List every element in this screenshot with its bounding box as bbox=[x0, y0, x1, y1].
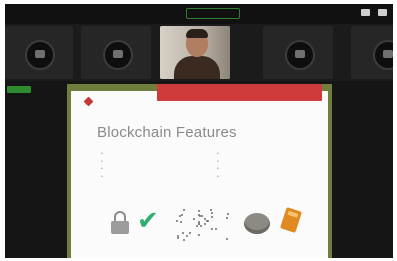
network-dot bbox=[189, 232, 191, 234]
view-toggle-button[interactable] bbox=[186, 8, 240, 19]
participant-tile[interactable] bbox=[81, 26, 151, 79]
participant-tile[interactable] bbox=[263, 26, 333, 79]
network-dot bbox=[211, 212, 213, 214]
feature-list-right bbox=[217, 151, 219, 181]
network-dot bbox=[193, 218, 195, 220]
avatar bbox=[25, 40, 55, 70]
lock-icon bbox=[111, 211, 129, 234]
network-dot bbox=[177, 237, 179, 239]
network-dot bbox=[183, 209, 185, 211]
network-dot bbox=[211, 228, 213, 230]
network-dot bbox=[227, 213, 229, 215]
coin-icon bbox=[244, 213, 270, 234]
participant-hair bbox=[186, 29, 208, 38]
participant-tile[interactable] bbox=[351, 26, 393, 79]
top-bar bbox=[5, 4, 393, 24]
brand-logo-icon bbox=[83, 96, 94, 107]
network-dot bbox=[182, 232, 184, 234]
network-dot bbox=[198, 234, 200, 236]
calculator-icon bbox=[279, 207, 303, 233]
network-dot bbox=[226, 238, 228, 240]
network-dot bbox=[199, 215, 201, 217]
network-dot bbox=[183, 239, 185, 241]
list-item bbox=[217, 166, 219, 174]
participant-body bbox=[174, 56, 220, 79]
network-dot bbox=[211, 216, 213, 218]
network-dot bbox=[198, 221, 200, 223]
window-controls bbox=[361, 9, 387, 16]
meeting-window: Blockchain Features ✔ bbox=[5, 4, 393, 258]
feature-list-left bbox=[101, 151, 103, 181]
network-dot bbox=[186, 235, 188, 237]
avatar bbox=[373, 40, 393, 70]
list-item bbox=[101, 166, 103, 174]
network-dot bbox=[176, 220, 178, 222]
network-dot bbox=[204, 223, 206, 225]
avatar bbox=[103, 40, 133, 70]
participant-gallery bbox=[5, 24, 393, 81]
network-dot bbox=[180, 221, 182, 223]
network-dot bbox=[226, 217, 228, 219]
speaker-view-icon[interactable] bbox=[361, 9, 370, 16]
network-dot bbox=[215, 228, 217, 230]
network-dot bbox=[200, 225, 202, 227]
slide-illustrations: ✔ bbox=[111, 201, 321, 246]
slide-logo bbox=[83, 96, 95, 107]
network-dot bbox=[198, 223, 200, 225]
list-item bbox=[101, 159, 103, 167]
network-dots-icon bbox=[173, 207, 231, 241]
network-dot bbox=[207, 220, 209, 222]
participant-video-tile[interactable] bbox=[160, 26, 230, 79]
network-dot bbox=[201, 215, 203, 217]
options-icon[interactable] bbox=[378, 9, 387, 16]
list-item bbox=[101, 174, 103, 182]
network-dot bbox=[198, 210, 200, 212]
avatar bbox=[285, 40, 315, 70]
slide-title: Blockchain Features bbox=[97, 124, 237, 141]
network-dot bbox=[196, 225, 198, 227]
screen-share-banner[interactable] bbox=[157, 84, 322, 101]
network-dot bbox=[210, 209, 212, 211]
list-item bbox=[217, 174, 219, 182]
status-badge bbox=[7, 86, 31, 93]
list-item bbox=[217, 151, 219, 159]
network-dot bbox=[181, 214, 183, 216]
list-item bbox=[217, 159, 219, 167]
checkmark-icon: ✔ bbox=[137, 205, 159, 235]
list-item bbox=[101, 151, 103, 159]
participant-tile[interactable] bbox=[5, 26, 73, 79]
shared-slide: Blockchain Features ✔ bbox=[71, 91, 328, 258]
network-dot bbox=[204, 218, 206, 220]
